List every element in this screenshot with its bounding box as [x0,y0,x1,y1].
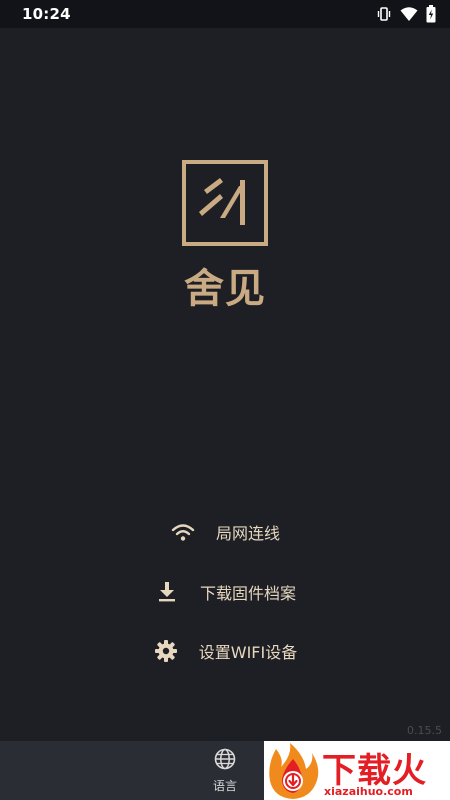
version-label: 0.15.5 [407,724,442,737]
status-bar: 10:24 [0,0,450,28]
download-firmware-label: 下载固件档案 [199,584,296,603]
wifi-icon [170,519,196,545]
status-icons [376,5,436,23]
brand-name: 舍见 [184,266,266,312]
brand-logo [182,160,268,246]
language-tab[interactable]: 语言 [200,741,250,800]
battery-charging-icon [426,5,436,23]
setup-wifi-label: 设置WIFI设备 [198,643,298,662]
globe-icon [214,748,236,777]
app-screen: 10:24 舍见 局网连线 下载固件档案 设置WIFI设备 0.15.5 语言 … [0,0,450,800]
lan-connect-label: 局网连线 [215,524,280,543]
language-label: 语言 [212,778,237,793]
download-firmware-button[interactable]: 下载固件档案 [0,572,450,612]
download-icon [154,579,180,605]
watermark-url: xiazaihuo.com [324,785,413,798]
vibrate-icon [376,6,392,22]
watermark: 下载火 xiazaihuo.com [264,741,450,800]
lan-connect-button[interactable]: 局网连线 [0,512,450,552]
status-time: 10:24 [22,5,71,23]
wifi-icon [400,6,418,22]
gear-icon [153,638,179,664]
setup-wifi-button[interactable]: 设置WIFI设备 [0,631,450,671]
